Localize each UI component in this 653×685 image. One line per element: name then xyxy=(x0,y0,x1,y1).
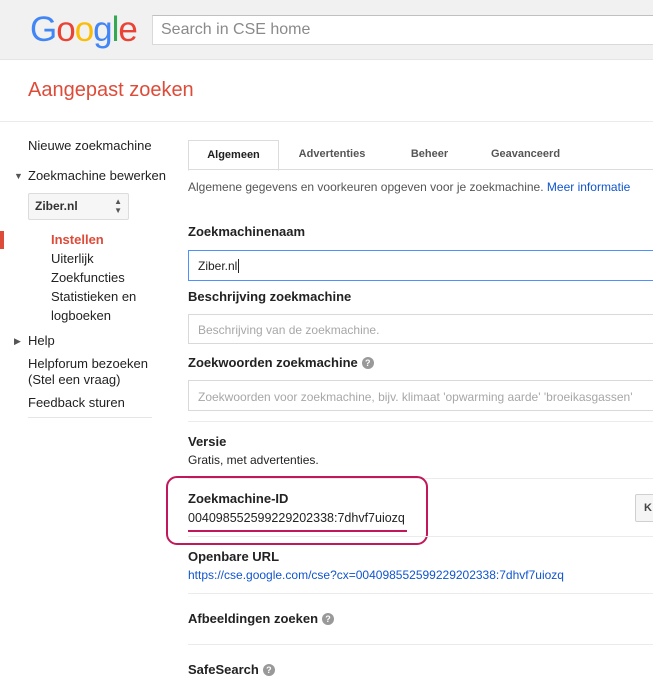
keywords-placeholder: Zoekwoorden voor zoekmachine, bijv. klim… xyxy=(198,390,633,404)
more-info-link[interactable]: Meer informatie xyxy=(547,180,630,194)
sidebar-item-new-engine[interactable]: Nieuwe zoekmachine xyxy=(28,138,152,154)
version-label: Versie xyxy=(188,434,227,449)
tab-beheer[interactable]: Beheer xyxy=(392,140,467,170)
top-bar: Google Search in CSE home xyxy=(0,0,653,60)
intro-description: Algemene gegevens en voorkeuren opgeven … xyxy=(188,180,544,194)
public-url-label: Openbare URL xyxy=(188,549,280,564)
active-indicator xyxy=(0,231,4,249)
version-value: Gratis, met advertenties. xyxy=(188,453,319,467)
page-title: Aangepast zoeken xyxy=(28,79,194,101)
sidebar-item-logboeken[interactable]: logboeken xyxy=(51,306,111,325)
keywords-label-text: Zoekwoorden zoekmachine xyxy=(188,355,358,370)
intro-text: Algemene gegevens en voorkeuren opgeven … xyxy=(188,180,630,194)
tab-geavanceerd[interactable]: Geavanceerd xyxy=(478,140,573,170)
row-divider xyxy=(188,421,653,422)
tab-advertenties[interactable]: Advertenties xyxy=(284,140,380,170)
search-placeholder: Search in CSE home xyxy=(161,21,311,38)
description-label: Beschrijving zoekmachine xyxy=(188,289,352,304)
keywords-input[interactable]: Zoekwoorden voor zoekmachine, bijv. klim… xyxy=(188,380,653,411)
google-logo[interactable]: Google xyxy=(30,10,138,50)
sidebar-item-instellen[interactable]: Instellen xyxy=(51,230,104,249)
logo-letter: o xyxy=(74,10,94,49)
logo-letter: o xyxy=(56,10,75,49)
engine-select-value: Ziber.nl xyxy=(35,199,78,213)
logo-letter: l xyxy=(111,10,120,49)
image-search-label: Afbeeldingen zoeken? xyxy=(188,611,335,626)
sidebar-item-edit-engine[interactable]: Zoekmachine bewerken xyxy=(28,168,166,184)
copy-button[interactable]: K xyxy=(635,494,653,522)
header-divider xyxy=(0,121,653,122)
sidebar-item-forum[interactable]: Helpforum bezoeken xyxy=(28,356,148,372)
search-input[interactable]: Search in CSE home xyxy=(152,15,653,45)
tabs-divider xyxy=(188,169,653,170)
row-divider xyxy=(188,644,653,645)
row-divider xyxy=(188,536,653,537)
sidebar-item-help[interactable]: Help xyxy=(28,333,55,349)
logo-letter: e xyxy=(118,10,137,49)
engine-name-input[interactable]: Ziber.nl xyxy=(188,250,653,281)
sidebar-item-forum-sub[interactable]: (Stel een vraag) xyxy=(28,372,121,388)
description-placeholder: Beschrijving van de zoekmachine. xyxy=(198,323,380,337)
select-arrows-icon: ▲ ▼ xyxy=(114,197,122,215)
engine-name-value: Ziber.nl xyxy=(198,259,238,273)
keywords-label: Zoekwoorden zoekmachine? xyxy=(188,355,374,370)
safesearch-label-text: SafeSearch xyxy=(188,662,259,677)
help-icon[interactable]: ? xyxy=(361,357,374,369)
image-search-label-text: Afbeeldingen zoeken xyxy=(188,611,319,626)
logo-letter: G xyxy=(30,10,57,49)
sidebar-item-statistieken[interactable]: Statistieken en xyxy=(51,287,136,306)
logo-letter: g xyxy=(93,10,112,49)
engine-name-label: Zoekmachinenaam xyxy=(188,224,306,239)
row-divider xyxy=(188,593,653,594)
sidebar-divider xyxy=(28,417,152,418)
triangle-down-icon[interactable]: ▼ xyxy=(14,171,23,181)
help-icon[interactable]: ? xyxy=(262,664,275,676)
sidebar-item-uiterlijk[interactable]: Uiterlijk xyxy=(51,249,94,268)
sidebar-item-feedback[interactable]: Feedback sturen xyxy=(28,395,125,411)
highlight-annotation xyxy=(166,476,428,545)
sidebar-item-zoekfuncties[interactable]: Zoekfuncties xyxy=(51,268,125,287)
description-input[interactable]: Beschrijving van de zoekmachine. xyxy=(188,314,653,344)
triangle-right-icon[interactable]: ▶ xyxy=(14,336,21,347)
help-icon[interactable]: ? xyxy=(322,613,335,625)
text-cursor xyxy=(238,259,240,273)
safesearch-label: SafeSearch? xyxy=(188,662,275,677)
public-url-link[interactable]: https://cse.google.com/cse?cx=0040985525… xyxy=(188,568,564,582)
engine-select[interactable]: Ziber.nl ▲ ▼ xyxy=(28,193,129,220)
tab-algemeen[interactable]: Algemeen xyxy=(188,140,279,171)
